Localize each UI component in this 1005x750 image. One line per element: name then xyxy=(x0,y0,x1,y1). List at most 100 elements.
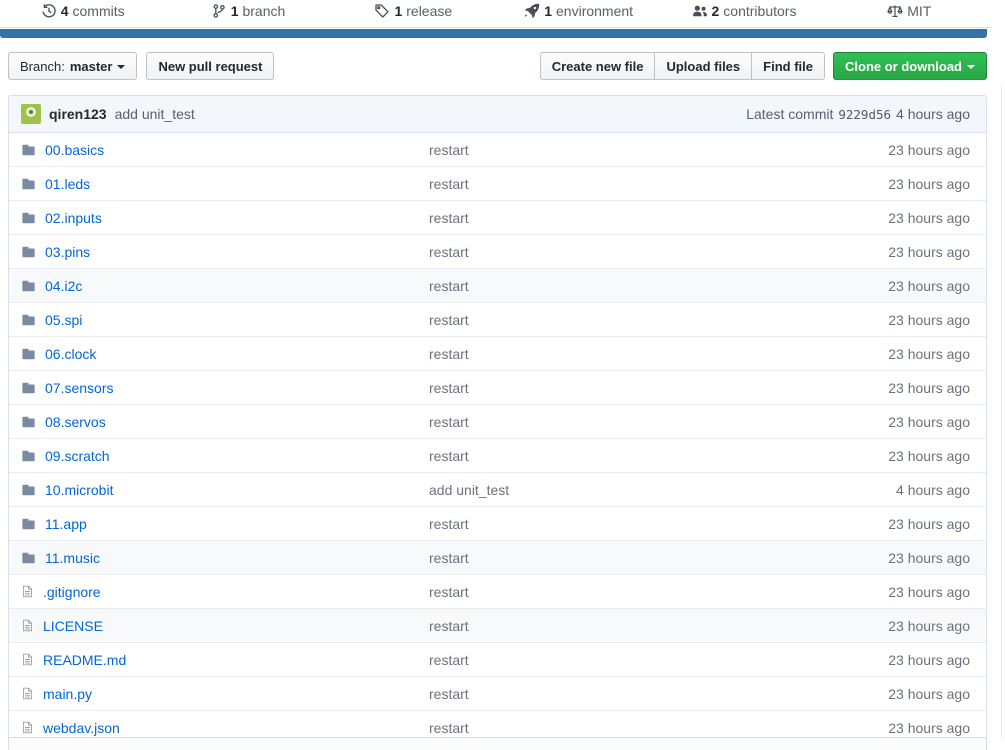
folder-icon xyxy=(21,415,36,429)
file-link[interactable]: 08.servos xyxy=(45,414,106,430)
new-pull-request-button[interactable]: New pull request xyxy=(146,52,274,80)
stat-contributors[interactable]: 2 contributors xyxy=(661,0,826,27)
avatar[interactable] xyxy=(21,104,41,124)
file-row-02.inputs: 02.inputs restart 23 hours ago xyxy=(9,200,986,234)
stat-label: MIT xyxy=(907,3,931,19)
branch-name-label: master xyxy=(70,59,113,74)
file-age: 23 hours ago xyxy=(811,176,986,192)
file-name-cell: 00.basics xyxy=(9,142,429,158)
toolbar-right: Create new file Upload files Find file C… xyxy=(540,52,987,80)
file-link[interactable]: 04.i2c xyxy=(45,278,82,294)
file-icon xyxy=(21,584,34,599)
branch-select-button[interactable]: Branch: master xyxy=(8,52,137,80)
rocket-icon xyxy=(524,3,540,19)
row-commit-message-link[interactable]: restart xyxy=(429,346,469,362)
row-commit-message-link[interactable]: restart xyxy=(429,380,469,396)
folder-icon xyxy=(21,551,36,565)
upload-files-button[interactable]: Upload files xyxy=(654,52,752,80)
file-row-00.basics: 00.basics restart 23 hours ago xyxy=(9,133,986,166)
file-age: 23 hours ago xyxy=(811,686,986,702)
folder-icon xyxy=(21,279,36,293)
row-commit-message-link[interactable]: restart xyxy=(429,312,469,328)
commit-message-cell: restart xyxy=(429,346,811,362)
readme-section-top xyxy=(8,737,987,750)
stat-environments[interactable]: 1 environment xyxy=(496,0,661,27)
file-age: 23 hours ago xyxy=(811,244,986,260)
row-commit-message-link[interactable]: restart xyxy=(429,720,469,736)
row-commit-message-link[interactable]: restart xyxy=(429,448,469,464)
stat-releases[interactable]: 1 release xyxy=(331,0,496,27)
file-link[interactable]: 00.basics xyxy=(45,142,104,158)
file-row-.gitignore: .gitignore restart 23 hours ago xyxy=(9,574,986,608)
stat-license[interactable]: MIT xyxy=(827,0,992,27)
file-name-cell: 09.scratch xyxy=(9,448,429,464)
file-link[interactable]: 03.pins xyxy=(45,244,90,260)
commit-message-cell: restart xyxy=(429,584,811,600)
file-row-04.i2c: 04.i2c restart 23 hours ago xyxy=(9,268,986,302)
row-commit-message-link[interactable]: restart xyxy=(429,278,469,294)
file-name-cell: webdav.json xyxy=(9,720,429,736)
file-name-cell: 11.app xyxy=(9,516,429,532)
language-bar[interactable] xyxy=(0,29,987,38)
history-icon xyxy=(41,3,57,19)
commit-message-cell: restart xyxy=(429,516,811,532)
row-commit-message-link[interactable]: restart xyxy=(429,210,469,226)
commit-message-cell: restart xyxy=(429,176,811,192)
file-name-cell: 03.pins xyxy=(9,244,429,260)
chevron-down-icon xyxy=(967,65,975,69)
row-commit-message-link[interactable]: restart xyxy=(429,244,469,260)
row-commit-message-link[interactable]: restart xyxy=(429,686,469,702)
page-edge-divider xyxy=(1001,85,1002,740)
commit-message-cell: restart xyxy=(429,210,811,226)
toolbar-left: Branch: master New pull request xyxy=(8,52,274,80)
file-link[interactable]: 01.leds xyxy=(45,176,90,192)
file-age: 23 hours ago xyxy=(811,278,986,294)
file-link[interactable]: webdav.json xyxy=(43,720,120,736)
commit-message-link[interactable]: add unit_test xyxy=(115,106,195,122)
commit-message-cell: restart xyxy=(429,142,811,158)
file-link[interactable]: 05.spi xyxy=(45,312,82,328)
file-link[interactable]: 09.scratch xyxy=(45,448,110,464)
row-commit-message-link[interactable]: restart xyxy=(429,584,469,600)
row-commit-message-link[interactable]: restart xyxy=(429,618,469,634)
file-link[interactable]: 11.music xyxy=(45,550,100,566)
file-link[interactable]: .gitignore xyxy=(43,584,101,600)
commit-message-cell: restart xyxy=(429,618,811,634)
clone-or-download-button[interactable]: Clone or download xyxy=(833,52,987,80)
file-age: 23 hours ago xyxy=(811,720,986,736)
stat-count: 1 xyxy=(231,3,239,19)
file-name-cell: 11.music xyxy=(9,550,429,566)
create-new-file-button[interactable]: Create new file xyxy=(540,52,656,80)
file-row-README.md: README.md restart 23 hours ago xyxy=(9,642,986,676)
file-link[interactable]: README.md xyxy=(43,652,126,668)
file-age: 23 hours ago xyxy=(811,210,986,226)
row-commit-message-link[interactable]: add unit_test xyxy=(429,482,509,498)
row-commit-message-link[interactable]: restart xyxy=(429,414,469,430)
find-file-button[interactable]: Find file xyxy=(751,52,825,80)
file-name-cell: 05.spi xyxy=(9,312,429,328)
file-link[interactable]: 06.clock xyxy=(45,346,96,362)
commit-author-link[interactable]: qiren123 xyxy=(49,106,107,122)
commit-sha-link[interactable]: 9229d56 xyxy=(838,107,891,122)
file-link[interactable]: main.py xyxy=(43,686,92,702)
file-link[interactable]: 02.inputs xyxy=(45,210,102,226)
file-age: 23 hours ago xyxy=(811,550,986,566)
file-name-cell: 04.i2c xyxy=(9,278,429,294)
stat-commits[interactable]: 4 commits xyxy=(0,0,165,27)
file-link[interactable]: 11.app xyxy=(45,516,87,532)
row-commit-message-link[interactable]: restart xyxy=(429,516,469,532)
stat-count: 4 xyxy=(61,3,69,19)
file-row-09.scratch: 09.scratch restart 23 hours ago xyxy=(9,438,986,472)
stat-branches[interactable]: 1 branch xyxy=(165,0,330,27)
row-commit-message-link[interactable]: restart xyxy=(429,550,469,566)
file-row-05.spi: 05.spi restart 23 hours ago xyxy=(9,302,986,336)
file-age: 23 hours ago xyxy=(811,142,986,158)
file-link[interactable]: 07.sensors xyxy=(45,380,113,396)
file-link[interactable]: 10.microbit xyxy=(45,482,113,498)
commit-message-cell: restart xyxy=(429,312,811,328)
row-commit-message-link[interactable]: restart xyxy=(429,652,469,668)
row-commit-message-link[interactable]: restart xyxy=(429,142,469,158)
file-link[interactable]: LICENSE xyxy=(43,618,103,634)
file-row-10.microbit: 10.microbit add unit_test 4 hours ago xyxy=(9,472,986,506)
row-commit-message-link[interactable]: restart xyxy=(429,176,469,192)
